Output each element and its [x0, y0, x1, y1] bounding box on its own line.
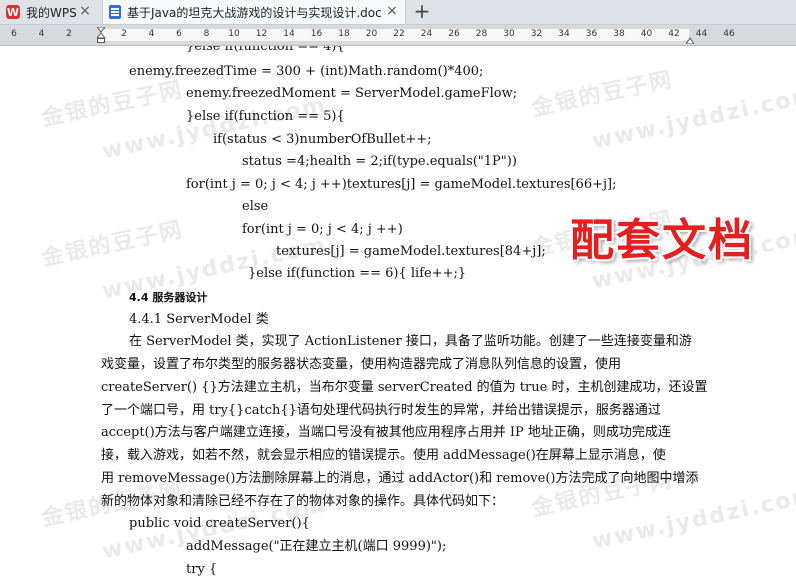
code-line: for(int j = 0; j < 4; j ++)textures[j] =…: [186, 177, 617, 192]
ruler-tick-label: 40: [640, 29, 653, 39]
ruler-tick-label: 34: [558, 29, 570, 39]
paragraph-line: 接，载入游戏，如若不然，就会显示相应的错误提示。使用 addMessage()在…: [101, 448, 666, 463]
ruler-tick-label: 38: [613, 29, 625, 39]
paragraph-line: 了一个端口号，用 try{}catch{}语句处理代码执行时发生的异常，并给出错…: [101, 403, 661, 418]
close-icon[interactable]: ×: [385, 4, 399, 18]
ruler-tick-label: 6: [11, 29, 17, 39]
paragraph-line: 用 removeMessage()方法删除屏幕上的消息，通过 addActor(…: [101, 471, 699, 486]
paragraph-line: 在 ServerModel 类，实现了 ActionListener 接口，具备…: [129, 334, 692, 349]
section-heading: 4.4 服务器设计: [129, 291, 208, 304]
ruler-tick-label: 2: [66, 29, 72, 39]
code-line: }else if(function == 5){: [186, 109, 345, 124]
code-line: enemy.freezedTime = 300 + (int)Math.rand…: [129, 64, 484, 79]
subsection-heading: 4.4.1 ServerModel 类: [129, 312, 269, 327]
code-line: try {: [186, 562, 218, 577]
tab-document[interactable]: 基于Java的坦克大战游戏的设计与实现设计.doc ×: [102, 0, 406, 24]
code-line: status =4;health = 2;if(type.equals("1P"…: [242, 154, 517, 169]
ruler-tick-label: 6: [176, 29, 182, 39]
ruler-tick-label: 8: [203, 29, 210, 39]
code-line: addMessage("正在建立主机(端口 9999)");: [186, 539, 447, 554]
ruler-tick-label: 42: [668, 29, 680, 39]
ruler-tick-label: 36: [585, 29, 598, 39]
ruler-tick-label: 26: [448, 29, 460, 39]
document-icon: [109, 5, 121, 19]
ruler-tick-label: 16: [310, 29, 323, 39]
ruler-tick-label: 44: [695, 29, 708, 39]
horizontal-ruler[interactable]: 6 4 2 2 4 6 8 10 12 14 16 18 20 22 24 26 28 30 32 34 36 38 40 4…: [0, 25, 796, 46]
tab-document-label: 基于Java的坦克大战游戏的设计与实现设计.doc: [127, 5, 382, 20]
watermark-text: 金银的豆子网: [39, 217, 186, 272]
paragraph-line: accept()方法与客户端建立连接，当端口号没有被其他应用程序占用并 IP 地…: [101, 425, 671, 440]
watermark-url: www.jyddzi.com: [589, 482, 796, 555]
ruler-tick-label: 20: [365, 29, 378, 39]
close-icon[interactable]: ×: [78, 4, 92, 18]
tab-my-wps[interactable]: W 我的WPS ×: [0, 0, 98, 24]
code-line: if(status < 3)numberOfBullet++;: [213, 132, 432, 147]
wps-logo-icon: W: [6, 5, 20, 19]
ruler-tick-label: 46: [723, 29, 735, 39]
ruler-tick-label: 30: [503, 29, 515, 39]
tab-bar: W 我的WPS × 基于Java的坦克大战游戏的设计与实现设计.doc × +: [0, 0, 796, 25]
paragraph-line: 新的物体对象和清除已经不存在了的物体对象的操作。具体代码如下：: [101, 494, 505, 509]
watermark-url: www.jyddzi.com: [589, 82, 796, 155]
ruler-tick-label: 12: [255, 29, 268, 39]
new-tab-button[interactable]: +: [412, 1, 432, 21]
promo-stamp: 配套文档: [570, 215, 754, 266]
indent-marker-icon[interactable]: [97, 27, 105, 43]
document-page[interactable]: 金银的豆子网 www.jyddzi.com 金银的豆子网 www.jyddzi.…: [0, 46, 796, 586]
ruler-tick-label: 14: [283, 29, 295, 39]
ruler-tick-label: 18: [338, 29, 350, 39]
ruler-tick-label: 32: [530, 29, 543, 39]
paragraph-line: 戏变量，设置了布尔类型的服务器状态变量，使用构造器完成了消息队列信息的设置，使用: [101, 357, 622, 372]
code-line: enemy.freezedMoment = ServerModel.gameFl…: [186, 86, 518, 101]
right-indent-marker-icon[interactable]: [686, 36, 694, 44]
code-line: textures[j] = gameModel.textures[84+j];: [276, 244, 546, 259]
ruler-tick-label: 2: [121, 29, 127, 39]
watermark-text: 金银的豆子网: [529, 67, 676, 122]
code-line: }else if(function == 6){ life++;}: [248, 266, 467, 281]
code-line: public void createServer(){: [129, 516, 310, 531]
ruler-tick-label: 24: [420, 29, 433, 39]
code-line: }else if(function == 4){: [186, 46, 345, 54]
ruler-tick-label: 4: [148, 29, 155, 39]
tab-my-wps-label: 我的WPS: [26, 5, 77, 20]
ruler-tick-label: 10: [228, 29, 240, 39]
ruler-tick-label: 4: [38, 29, 45, 39]
paragraph-line: createServer() {}方法建立主机，当布尔变量 serverCrea…: [101, 380, 708, 395]
code-line: for(int j = 0; j < 4; j ++): [242, 222, 403, 237]
ruler-tick-label: 28: [475, 29, 488, 39]
code-line: else: [242, 199, 269, 214]
ruler-tick-label: 22: [393, 29, 405, 39]
